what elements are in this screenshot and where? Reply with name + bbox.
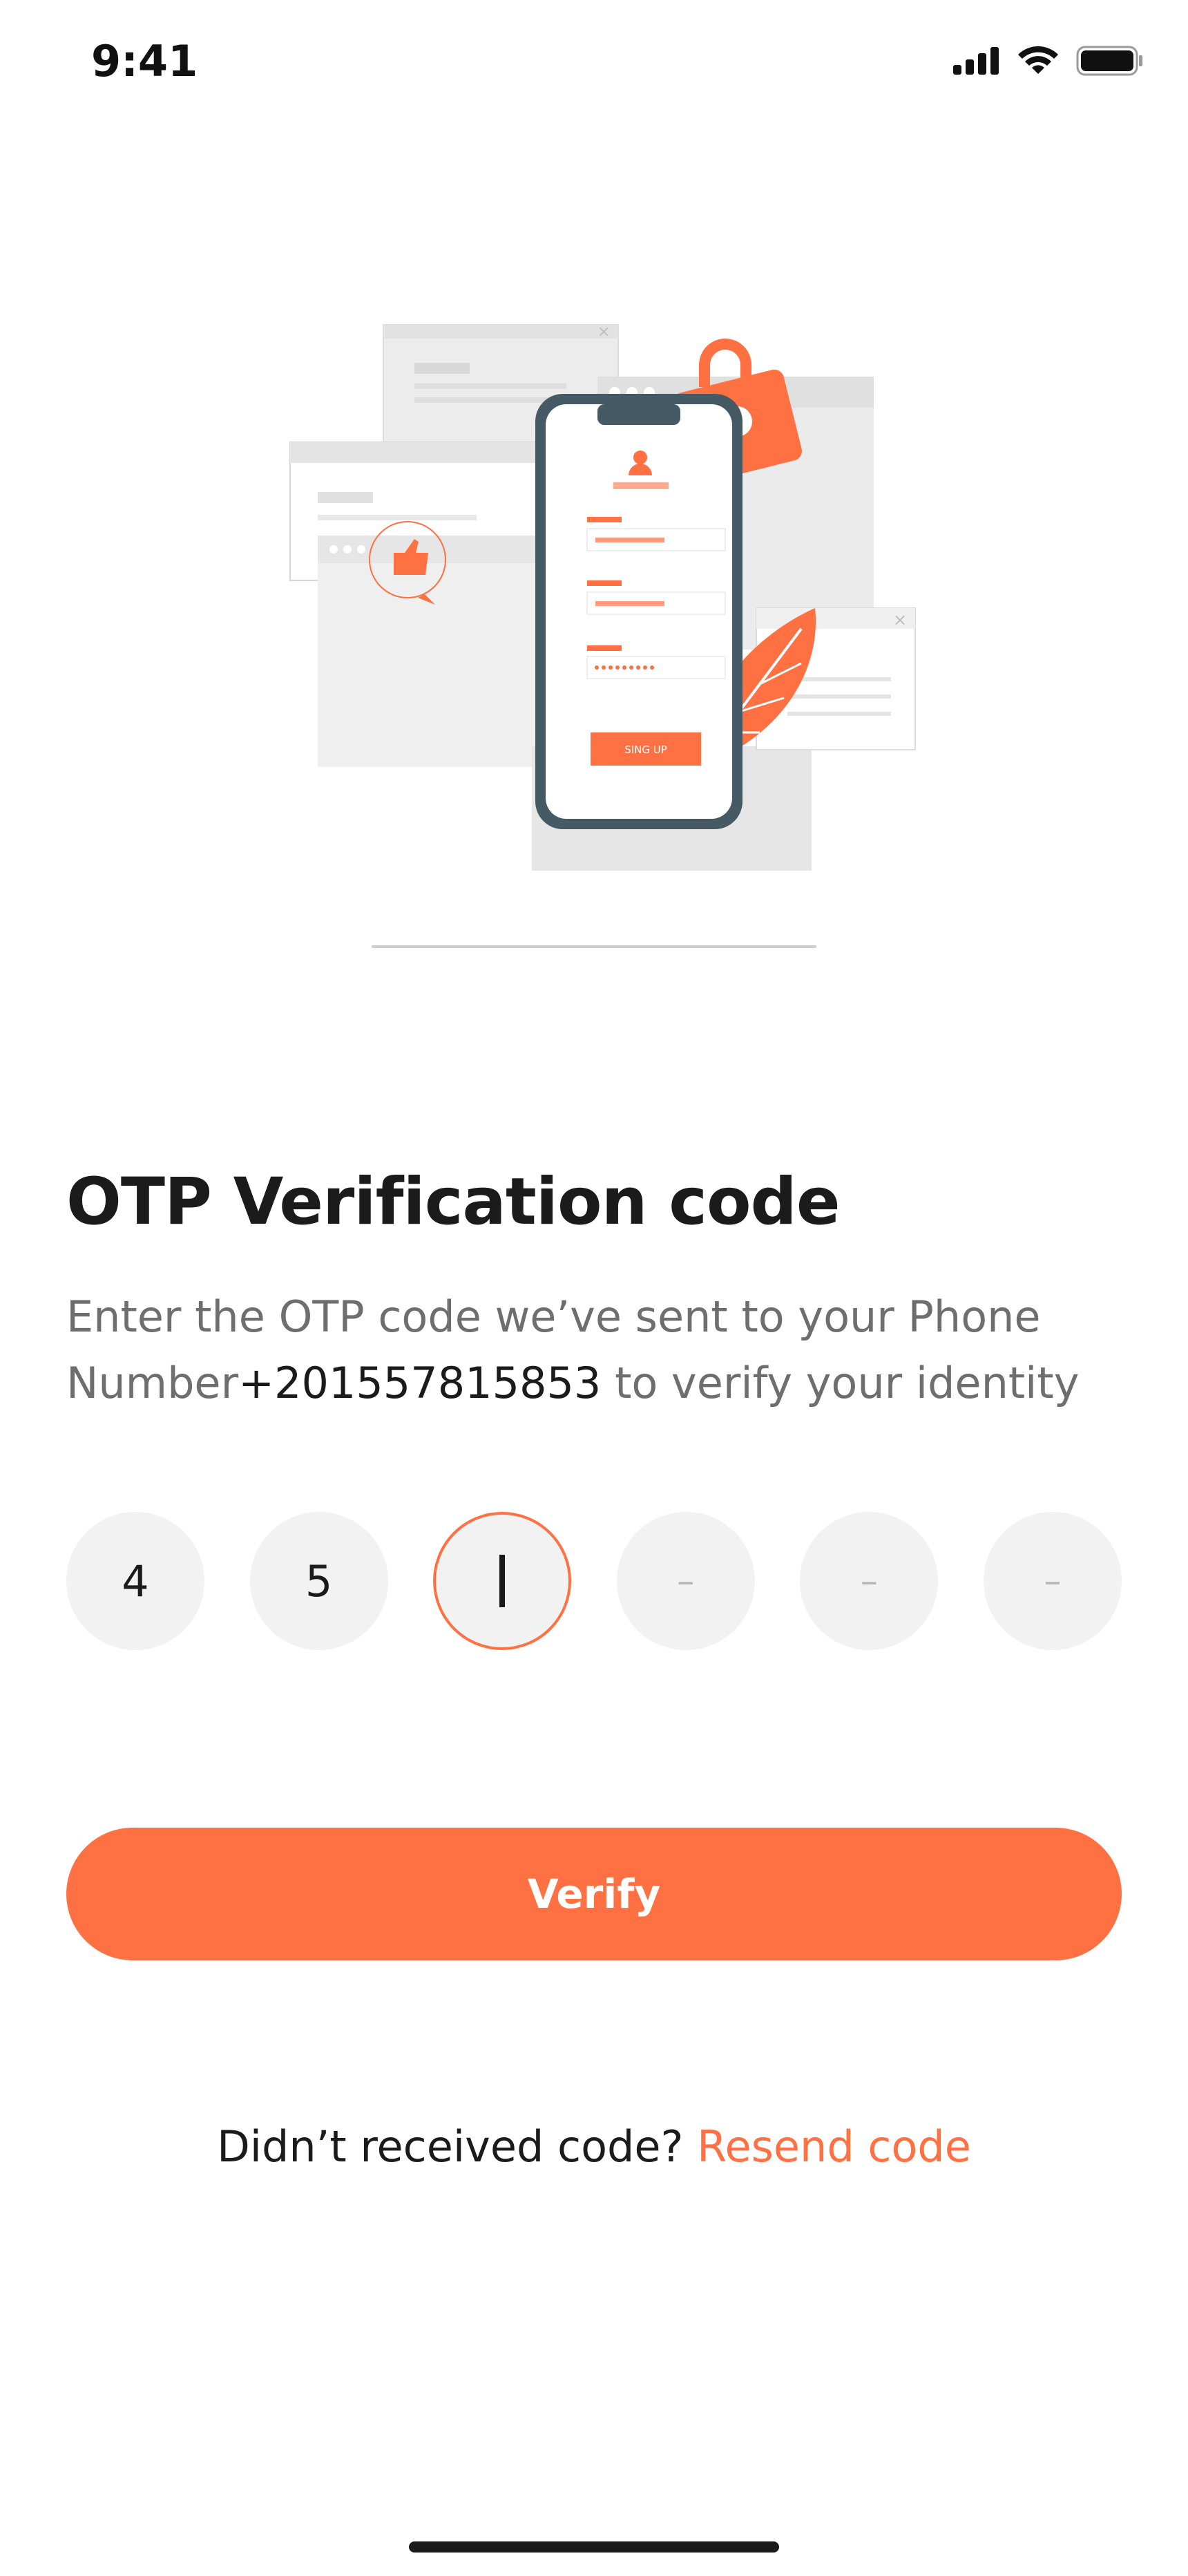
status-icons [953, 46, 1144, 76]
battery-icon [1076, 46, 1142, 76]
page-title: OTP Verification code [66, 1164, 841, 1240]
otp-instructions: Enter the OTP code we’ve sent to your Ph… [66, 1284, 1144, 1417]
status-bar: 9:41 [0, 0, 1188, 117]
otp-digit-2[interactable]: 5 [249, 1512, 388, 1650]
svg-text:×: × [893, 610, 907, 629]
cellular-signal-icon [953, 47, 999, 75]
otp-illustration: × × SING UP [289, 323, 916, 948]
svg-text:×: × [597, 323, 610, 341]
phone-number: +201557815853 [238, 1358, 602, 1408]
resend-row: Didn’t received code? Resend code [0, 2121, 1188, 2172]
otp-digit-3[interactable] [433, 1512, 572, 1650]
otp-input-group: 4 5 – – – [66, 1512, 1122, 1650]
instruction-suffix: to verify your identity [601, 1358, 1080, 1408]
status-time: 9:41 [91, 36, 198, 86]
resend-code-link[interactable]: Resend code [697, 2121, 971, 2172]
otp-digit-5[interactable]: – [800, 1512, 939, 1650]
otp-digit-4[interactable]: – [616, 1512, 755, 1650]
verify-button[interactable]: Verify [66, 1828, 1122, 1960]
otp-digit-1[interactable]: 4 [66, 1512, 204, 1650]
resend-prompt: Didn’t received code? [217, 2121, 698, 2172]
home-indicator[interactable] [409, 2541, 779, 2553]
illustration-signup-label: SING UP [624, 744, 667, 756]
otp-digit-6[interactable]: – [983, 1512, 1122, 1650]
text-cursor [499, 1555, 506, 1607]
wifi-icon [1018, 46, 1058, 74]
